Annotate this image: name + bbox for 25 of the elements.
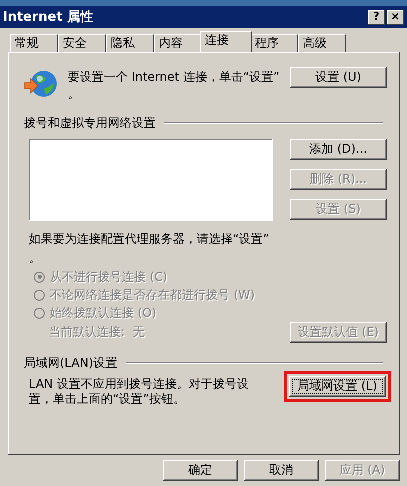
tab[interactable]: 程序 bbox=[250, 34, 298, 52]
radio-label: 从不进行拨号连接 (C) bbox=[50, 268, 168, 286]
tab[interactable]: 安全 bbox=[58, 34, 106, 52]
tab[interactable]: 内容 bbox=[154, 34, 202, 52]
section-title: 拨号和虚拟专用网络设置 bbox=[24, 114, 156, 132]
setup-button[interactable]: 设置 (U) bbox=[290, 67, 387, 88]
help-button[interactable]: ? bbox=[368, 10, 385, 24]
cancel-button[interactable]: 取消 bbox=[244, 460, 319, 481]
lan-settings-button[interactable]: 局域网设置 (L) bbox=[289, 376, 386, 397]
window-title: Internet 属性 bbox=[3, 9, 94, 26]
tab[interactable]: 隐私 bbox=[106, 34, 154, 52]
tab[interactable]: 常规 bbox=[10, 34, 58, 52]
instruction-text: 要设置一个 Internet 连接，单击“设置” 。 bbox=[68, 69, 281, 103]
radio-label: 始终拨默认连接 (O) bbox=[50, 304, 157, 322]
ok-button[interactable]: 确定 bbox=[163, 460, 238, 481]
add-button[interactable]: 添加 (D)... bbox=[290, 139, 387, 160]
tab[interactable]: 高级 bbox=[298, 34, 346, 52]
section-title: 局域网(LAN)设置 bbox=[24, 354, 118, 372]
close-button[interactable]: × bbox=[387, 10, 404, 24]
proxy-hint-text: 如果要为连接配置代理服务器，请选择“设置” 。 bbox=[28, 231, 270, 267]
default-connection-value: 无 bbox=[133, 324, 146, 341]
default-connection-label: 当前默认连接: bbox=[49, 324, 126, 341]
radio-label: 不论网络连接是否存在都进行拨号 (W) bbox=[50, 286, 256, 304]
lan-description: LAN 设置不应用到拨号连接。对于拨号设置，单击上面的“设置”按钮。 bbox=[29, 376, 250, 407]
tab[interactable]: 连接 bbox=[200, 31, 252, 52]
